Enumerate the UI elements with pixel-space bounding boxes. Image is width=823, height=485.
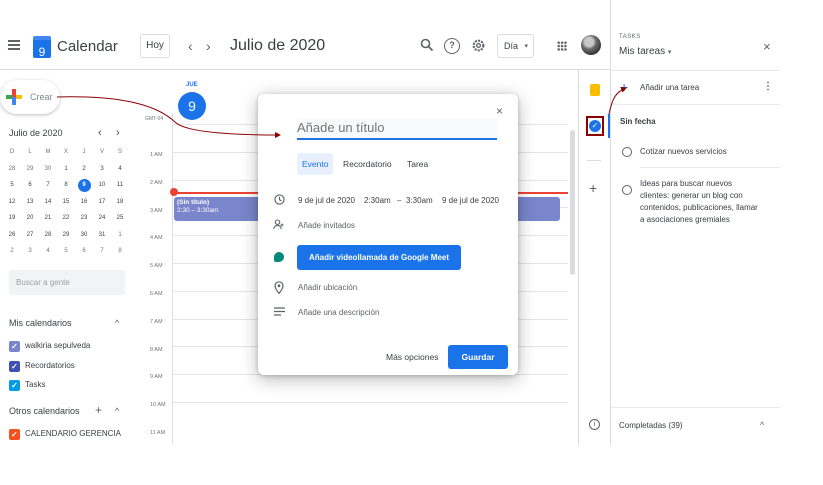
annotation-arrows <box>56 86 627 138</box>
annotation-arrow-tasks-to-add <box>608 86 627 115</box>
annotation-arrow-create-to-title <box>56 96 281 138</box>
